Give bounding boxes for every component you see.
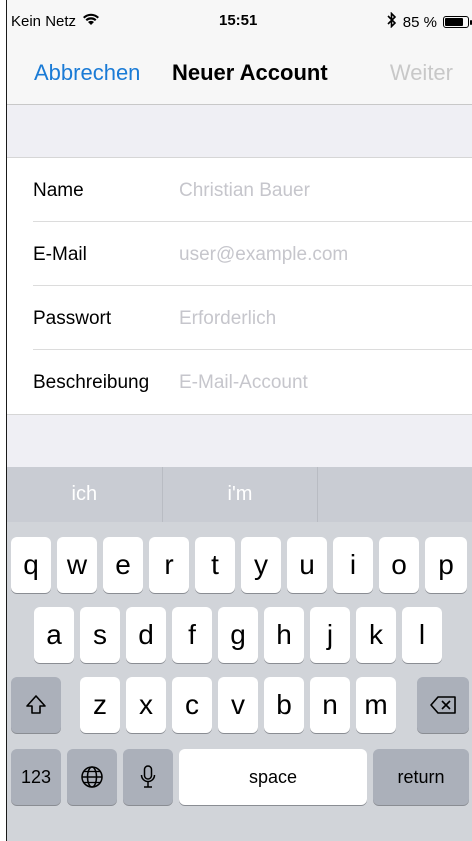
form-row-name[interactable]: Name Christian Bauer bbox=[7, 158, 472, 222]
numbers-key[interactable]: 123 bbox=[11, 749, 61, 805]
return-key[interactable]: return bbox=[373, 749, 469, 805]
form-row-password[interactable]: Passwort Erforderlich bbox=[7, 286, 472, 350]
key-i[interactable]: i bbox=[333, 537, 373, 593]
bluetooth-icon bbox=[387, 11, 397, 32]
status-bar: Kein Netz 15:51 85 % bbox=[7, 0, 472, 38]
key-q[interactable]: q bbox=[11, 537, 51, 593]
password-field[interactable]: Erforderlich bbox=[179, 308, 276, 330]
key-o[interactable]: o bbox=[379, 537, 419, 593]
name-label: Name bbox=[33, 180, 84, 201]
suggestion-item[interactable]: i'm bbox=[163, 467, 319, 522]
key-w[interactable]: w bbox=[57, 537, 97, 593]
globe-key[interactable] bbox=[67, 749, 117, 805]
description-label: Beschreibung bbox=[33, 372, 150, 393]
page-title: Neuer Account bbox=[172, 60, 328, 85]
suggestion-item[interactable] bbox=[318, 467, 472, 522]
suggestion-bar: ich i'm bbox=[7, 467, 472, 522]
key-e[interactable]: e bbox=[103, 537, 143, 593]
backspace-icon bbox=[430, 696, 456, 714]
wifi-icon bbox=[82, 12, 100, 30]
key-f[interactable]: f bbox=[172, 607, 212, 663]
key-v[interactable]: v bbox=[218, 677, 258, 733]
key-b[interactable]: b bbox=[264, 677, 304, 733]
next-button[interactable]: Weiter bbox=[390, 60, 453, 86]
status-right: 85 % bbox=[387, 11, 472, 32]
description-field[interactable]: E-Mail-Account bbox=[179, 372, 308, 394]
shift-key[interactable] bbox=[11, 677, 61, 733]
key-s[interactable]: s bbox=[80, 607, 120, 663]
key-n[interactable]: n bbox=[310, 677, 350, 733]
shift-icon bbox=[26, 695, 46, 714]
space-key[interactable]: space bbox=[179, 749, 367, 805]
section-gap bbox=[7, 105, 472, 158]
key-c[interactable]: c bbox=[172, 677, 212, 733]
key-y[interactable]: y bbox=[241, 537, 281, 593]
globe-icon bbox=[81, 766, 103, 788]
navigation-bar: Abbrechen Neuer Account Weiter bbox=[7, 38, 472, 104]
name-field[interactable]: Christian Bauer bbox=[179, 180, 310, 202]
carrier-label: Kein Netz bbox=[11, 12, 77, 30]
microphone-key[interactable] bbox=[123, 749, 173, 805]
key-r[interactable]: r bbox=[149, 537, 189, 593]
form-row-email[interactable]: E-Mail user@example.com bbox=[7, 222, 472, 286]
section-gap bbox=[7, 415, 472, 467]
key-t[interactable]: t bbox=[195, 537, 235, 593]
backspace-key[interactable] bbox=[417, 677, 469, 733]
clock: 15:51 bbox=[219, 12, 258, 29]
keyboard: ich i'm q w e r t y u i o p a s d f g h … bbox=[7, 467, 472, 841]
email-label: E-Mail bbox=[33, 244, 87, 265]
battery-percent: 85 % bbox=[402, 13, 437, 31]
key-l[interactable]: l bbox=[402, 607, 442, 663]
key-u[interactable]: u bbox=[287, 537, 327, 593]
account-form: Name Christian Bauer E-Mail user@example… bbox=[7, 158, 472, 414]
key-x[interactable]: x bbox=[126, 677, 166, 733]
cancel-button[interactable]: Abbrechen bbox=[34, 60, 140, 86]
password-label: Passwort bbox=[33, 308, 112, 329]
key-g[interactable]: g bbox=[218, 607, 258, 663]
key-h[interactable]: h bbox=[264, 607, 304, 663]
key-z[interactable]: z bbox=[80, 677, 120, 733]
suggestion-item[interactable]: ich bbox=[7, 467, 163, 522]
carrier-group: Kein Netz bbox=[11, 12, 100, 30]
form-row-description[interactable]: Beschreibung E-Mail-Account bbox=[7, 350, 472, 414]
key-k[interactable]: k bbox=[356, 607, 396, 663]
key-p[interactable]: p bbox=[425, 537, 467, 593]
screen: Kein Netz 15:51 85 % Abbrechen Neuer Acc… bbox=[6, 0, 472, 841]
key-a[interactable]: a bbox=[34, 607, 74, 663]
key-m[interactable]: m bbox=[356, 677, 396, 733]
email-field[interactable]: user@example.com bbox=[179, 244, 348, 266]
key-j[interactable]: j bbox=[310, 607, 350, 663]
battery-icon bbox=[443, 16, 472, 28]
microphone-icon bbox=[140, 765, 156, 788]
key-d[interactable]: d bbox=[126, 607, 166, 663]
